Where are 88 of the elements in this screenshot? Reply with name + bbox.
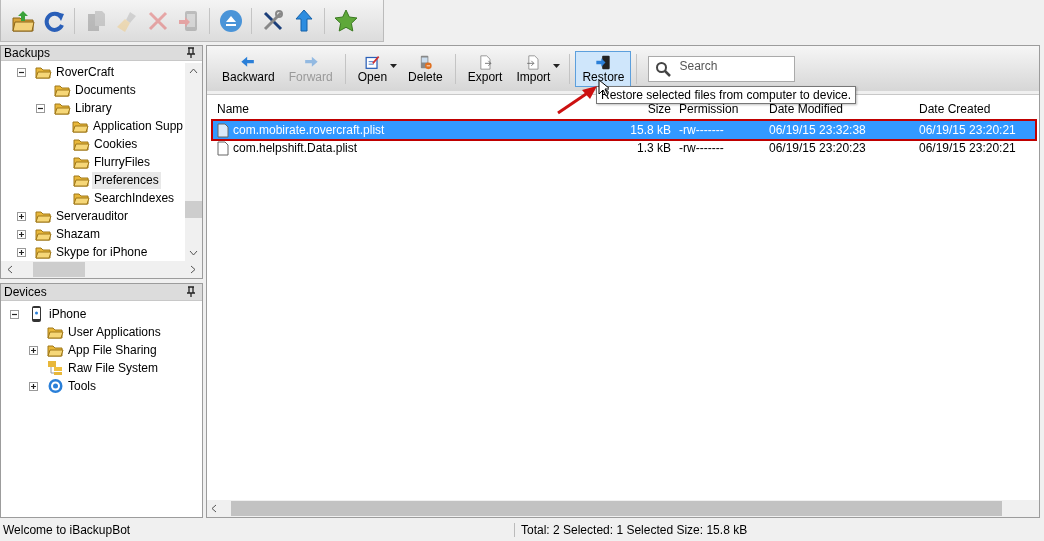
folder-icon [35,226,52,242]
search-icon [655,60,672,77]
scroll-left-icon[interactable] [211,504,217,513]
scroll-down-icon[interactable] [189,250,198,256]
tree-item[interactable]: Serverauditor [54,207,131,225]
expand-icon[interactable] [29,345,38,355]
folder-icon [35,64,52,80]
scroll-right-icon[interactable] [190,265,196,274]
folder-icon [47,324,64,340]
folder-icon[interactable] [10,8,35,33]
expand-icon[interactable] [17,247,26,257]
scrollbar-thumb[interactable] [185,201,202,218]
caret-icon[interactable] [390,64,398,68]
folder-icon [73,190,90,206]
tree-item[interactable]: Library [73,99,114,117]
tree-item[interactable]: Raw File System [66,359,161,377]
tree-item[interactable]: User Applications [66,323,163,341]
tree-item[interactable]: Preferences [92,171,161,189]
collapse-icon[interactable] [10,309,19,319]
scrollbar[interactable] [207,500,1039,517]
search-field[interactable]: Search [648,55,796,82]
phone-icon [594,54,613,70]
eject-icon[interactable] [218,8,243,33]
column-header[interactable]: Date Modified [765,102,915,116]
star-icon[interactable] [333,8,358,33]
folder-icon [71,118,89,134]
scrollbar-thumb[interactable] [231,501,1003,516]
edit-icon [363,54,382,70]
table-cell: com.helpshift.Data.plist [233,141,358,155]
tree-item[interactable]: Application Supp [90,117,185,135]
scrollbar[interactable] [185,63,202,261]
tree-item[interactable]: FlurryFiles [92,153,152,171]
file-icon [217,140,229,156]
table-cell: 1.3 kB [636,141,671,155]
tree-item[interactable]: iPhone [47,305,89,323]
collapse-icon[interactable] [36,103,45,113]
collapse-icon[interactable] [17,67,26,77]
toolbar-button[interactable]: Export [460,50,510,87]
scrollbar-thumb[interactable] [33,262,85,277]
expand-icon[interactable] [17,229,26,239]
folder-icon [73,172,90,188]
folder-icon [47,342,64,358]
table-cell: 06/19/15 23:32:38 [769,123,866,137]
expand-icon[interactable] [29,381,38,391]
folder-icon [73,154,90,170]
folder-icon [54,100,71,116]
toolbar-button[interactable]: Delete [401,50,450,87]
table-cell: 06/19/15 23:20:23 [769,141,866,155]
column-header[interactable]: Size [597,102,675,116]
expand-icon[interactable] [17,211,26,221]
caret-icon[interactable] [553,64,561,68]
table-cell: 06/19/15 23:20:21 [919,141,1016,155]
column-header[interactable]: Name [213,102,597,116]
column-header[interactable]: Permission [675,102,765,116]
tree-item[interactable]: App File Sharing [66,341,159,359]
status-text: Total: 2 Selected: 1 Selected Size: 15.8 kB [514,522,751,537]
toolbar-button[interactable]: Open [350,50,391,87]
panel-title: Backups [4,46,51,60]
folder-icon [35,208,52,224]
scroll-up-icon[interactable] [189,68,198,74]
status-text: Welcome to iBackupBot [2,522,132,537]
scrollbar[interactable] [1,261,202,278]
pin-icon[interactable] [186,286,196,298]
table-cell: -rw------- [679,141,724,155]
restore-button[interactable]: Restore [575,50,632,87]
table-cell: 06/19/15 23:20:21 [919,123,1016,137]
pin-icon[interactable] [186,47,196,59]
folder-icon [35,244,52,260]
tree-item[interactable]: Documents [73,81,138,99]
tree-item[interactable]: SearchIndexes [92,189,177,207]
tree-item[interactable]: Tools [66,377,98,395]
tree-item[interactable]: Skype for iPhone [54,243,150,261]
table-cell: com.mobirate.rovercraft.plist [233,123,385,137]
toolbar-button[interactable]: Backward [215,50,282,87]
tree-item[interactable]: Shazam [54,225,103,243]
file-icon [217,122,229,138]
table-row[interactable]: com.helpshift.Data.plist 1.3 kB -rw------- 06/19/15 23:20:23 06/19/15 23:20:21 [213,139,1035,157]
folder-icon [73,136,90,152]
folder-icon [54,82,71,98]
tree-item[interactable]: RoverCraft [54,63,116,81]
database-icon [47,360,64,376]
column-header[interactable]: Date Created [915,102,1033,116]
panel-title: Devices [4,285,47,299]
toolbar-button[interactable]: Import [509,50,554,87]
tree-item[interactable]: Cookies [92,135,140,153]
table-cell: -rw------- [679,123,724,137]
table-cell: 15.8 kB [630,123,671,137]
scroll-left-icon[interactable] [7,265,13,274]
